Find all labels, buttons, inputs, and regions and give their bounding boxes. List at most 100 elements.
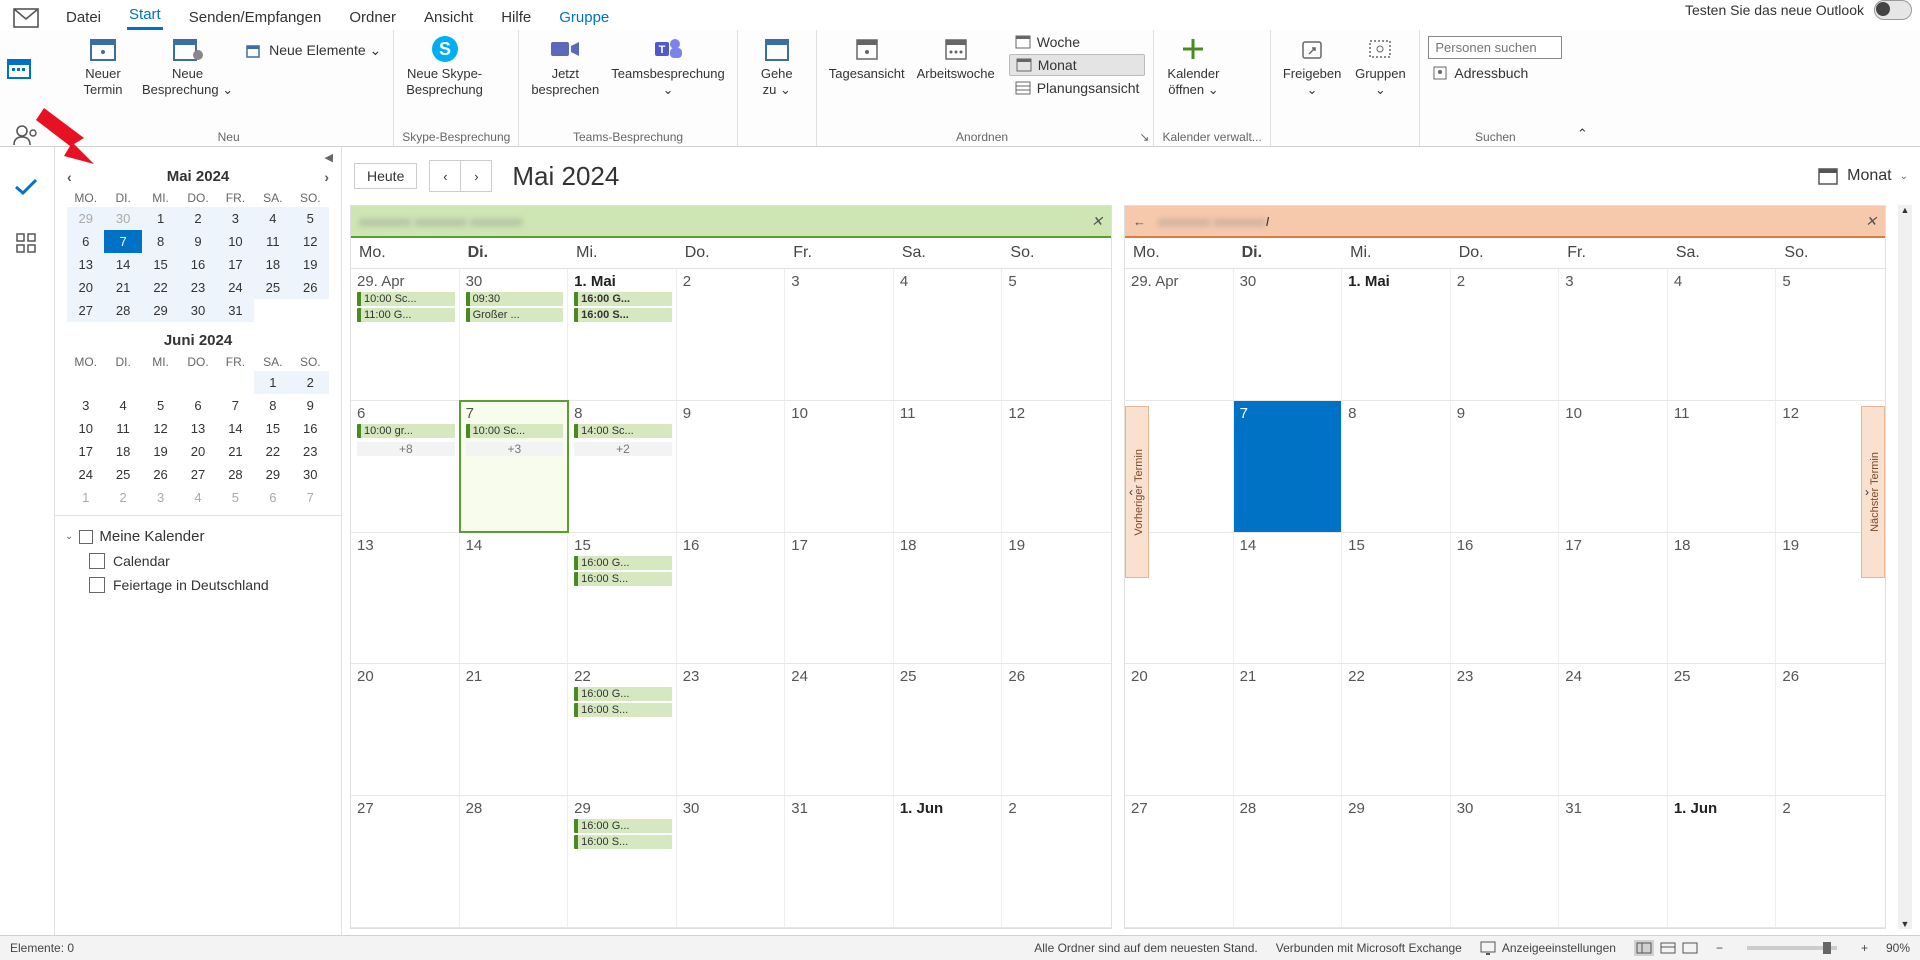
day-cell[interactable]: 21 <box>1234 664 1343 795</box>
mini-prev[interactable]: ‹ <box>67 169 72 185</box>
mini-day[interactable]: 27 <box>179 463 216 486</box>
mini-day[interactable]: 10 <box>217 230 254 253</box>
mini-day[interactable]: 29 <box>254 463 291 486</box>
mini-day[interactable] <box>217 371 254 394</box>
mini-day[interactable]: 13 <box>67 253 104 276</box>
day-cell[interactable]: 20 <box>1125 664 1234 795</box>
appointment[interactable]: 16:00 G... <box>574 556 672 570</box>
mini-day[interactable]: 7 <box>104 230 141 253</box>
day-cell[interactable]: 8 <box>1342 401 1451 532</box>
mini-day[interactable]: 23 <box>292 440 329 463</box>
next-appointment-handle[interactable]: ›Nächster Termin <box>1861 406 1885 578</box>
back-right-calendar[interactable]: ← <box>1133 214 1146 229</box>
day-cell[interactable]: 16 <box>677 533 786 664</box>
display-settings-button[interactable]: Anzeigeeinstellungen <box>1480 941 1616 955</box>
day-cell[interactable]: 14 <box>1234 533 1343 664</box>
mini-day[interactable]: 17 <box>67 440 104 463</box>
mini-day[interactable]: 31 <box>217 299 254 322</box>
day-cell[interactable]: 9 <box>677 401 786 532</box>
today-button[interactable]: Heute <box>354 163 417 189</box>
mini-day[interactable]: 21 <box>104 276 141 299</box>
mini-day[interactable]: 14 <box>104 253 141 276</box>
day-view-button[interactable]: Tagesansicht <box>825 32 909 84</box>
day-cell[interactable]: 10 <box>1559 401 1668 532</box>
collapse-ribbon-button[interactable]: ⌃ <box>1570 30 1594 146</box>
mini-day[interactable]: 26 <box>292 276 329 299</box>
calendar-item-holidays[interactable]: Feiertage in Deutschland <box>65 573 331 597</box>
vertical-scrollbar[interactable]: ▲▼ <box>1898 205 1912 929</box>
tab-senden[interactable]: Senden/Empfangen <box>187 7 324 30</box>
day-cell[interactable]: 11 <box>1668 401 1777 532</box>
appointment[interactable]: 16:00 G... <box>574 292 672 306</box>
day-cell[interactable]: 30 <box>1451 796 1560 927</box>
workweek-view-button[interactable]: Arbeitswoche <box>913 32 999 84</box>
mini-day[interactable]: 1 <box>254 371 291 394</box>
new-items-dropdown[interactable]: Neue Elemente ⌄ <box>241 40 385 61</box>
mini-day[interactable]: 1 <box>67 486 104 509</box>
mini-day[interactable]: 4 <box>179 486 216 509</box>
tab-hilfe[interactable]: Hilfe <box>499 7 533 30</box>
day-cell[interactable]: 25 <box>1668 664 1777 795</box>
mini-day[interactable]: 21 <box>217 440 254 463</box>
mini-day[interactable]: 8 <box>142 230 179 253</box>
calendar-item-calendar[interactable]: Calendar <box>65 549 331 573</box>
more-appointments[interactable]: +3 <box>466 442 564 456</box>
view-normal-icon[interactable] <box>1634 940 1654 956</box>
day-cell[interactable]: 2 <box>677 269 786 400</box>
appointment[interactable]: 16:00 S... <box>574 572 672 586</box>
mini-day[interactable] <box>67 371 104 394</box>
next-period-button[interactable]: › <box>461 160 492 192</box>
prev-appointment-handle[interactable]: ‹Vorheriger Termin <box>1125 406 1149 578</box>
day-cell[interactable]: 30 <box>677 796 786 927</box>
view-reading-icon[interactable] <box>1660 942 1676 954</box>
mini-day[interactable]: 18 <box>104 440 141 463</box>
mini-day[interactable]: 11 <box>104 417 141 440</box>
mini-day[interactable]: 15 <box>254 417 291 440</box>
mini-day[interactable]: 20 <box>179 440 216 463</box>
tab-datei[interactable]: Datei <box>64 7 103 30</box>
teams-meeting-button[interactable]: T Teamsbesprechung ⌄ <box>607 32 728 101</box>
day-cell[interactable]: 4 <box>1668 269 1777 400</box>
day-cell[interactable]: 23 <box>677 664 786 795</box>
close-right-calendar[interactable]: ✕ <box>1865 213 1877 230</box>
day-cell[interactable]: 17 <box>1559 533 1668 664</box>
appointment[interactable]: 10:00 Sc... <box>357 292 455 306</box>
day-cell[interactable]: 11 <box>894 401 1003 532</box>
mini-day[interactable]: 4 <box>104 394 141 417</box>
day-cell[interactable]: 30 <box>1234 269 1343 400</box>
day-cell[interactable]: 1. Mai16:00 G...16:00 S... <box>568 269 677 400</box>
day-cell[interactable]: 27 <box>1125 796 1234 927</box>
mini-day[interactable]: 30 <box>292 463 329 486</box>
tasks-nav-icon[interactable] <box>13 176 39 196</box>
appointment[interactable]: 10:00 gr... <box>357 424 455 438</box>
mail-nav-icon[interactable] <box>13 8 39 28</box>
appointment[interactable]: 09:30 <box>466 292 564 306</box>
day-cell[interactable]: 29 <box>1342 796 1451 927</box>
open-calendar-button[interactable]: Kalender öffnen ⌄ <box>1162 32 1224 101</box>
mini-day[interactable]: 1 <box>142 207 179 230</box>
day-cell[interactable]: 21 <box>460 664 569 795</box>
mini-day[interactable]: 3 <box>67 394 104 417</box>
day-cell[interactable]: 3009:30Großer ... <box>460 269 569 400</box>
day-cell[interactable]: 19 <box>1002 533 1111 664</box>
mini-day[interactable]: 24 <box>217 276 254 299</box>
zoom-out-button[interactable]: − <box>1716 941 1723 955</box>
mini-day[interactable]: 30 <box>104 207 141 230</box>
day-cell[interactable]: 4 <box>894 269 1003 400</box>
appointment[interactable]: 16:00 S... <box>574 835 672 849</box>
day-cell[interactable]: 1. Jun <box>1668 796 1777 927</box>
day-cell[interactable]: 610:00 gr...+8 <box>351 401 460 532</box>
mini-day[interactable]: 19 <box>292 253 329 276</box>
day-cell[interactable]: 22 <box>1342 664 1451 795</box>
mini-day[interactable] <box>142 371 179 394</box>
week-view-button[interactable]: Woche <box>1009 32 1146 52</box>
day-cell[interactable]: 1. Mai <box>1342 269 1451 400</box>
day-cell[interactable]: 1516:00 G...16:00 S... <box>568 533 677 664</box>
day-cell[interactable]: 16 <box>1451 533 1560 664</box>
day-cell[interactable]: 2 <box>1002 796 1111 927</box>
my-calendars-header[interactable]: ⌄Meine Kalender <box>65 524 331 549</box>
appointment[interactable]: 16:00 S... <box>574 308 672 322</box>
mini-day[interactable]: 12 <box>292 230 329 253</box>
mini-day[interactable]: 25 <box>104 463 141 486</box>
new-meeting-button[interactable]: Neue Besprechung ⌄ <box>138 32 237 101</box>
